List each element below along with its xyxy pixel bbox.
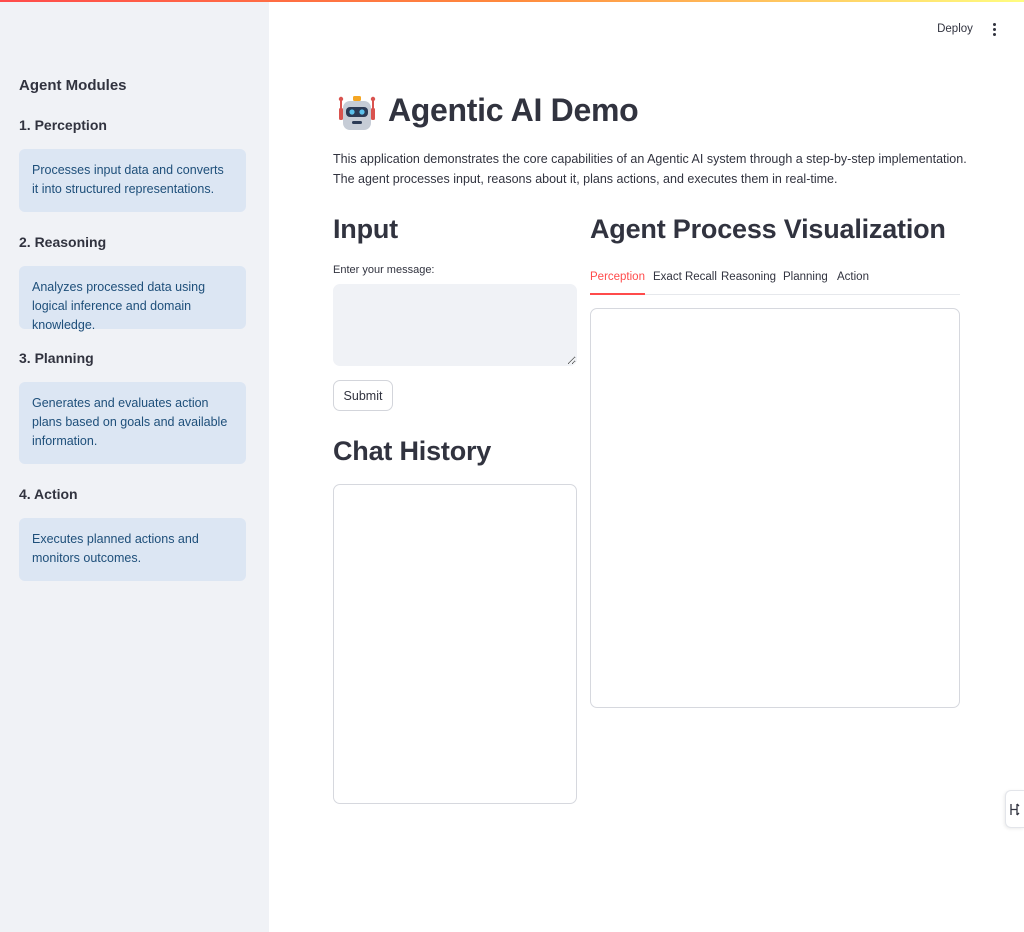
- input-heading: Input: [333, 214, 398, 244]
- sidebar: Agent Modules 1. Perception Processes in…: [0, 0, 269, 932]
- visualization-tabs: Perception Exact Recall Reasoning Planni…: [590, 268, 960, 295]
- module-heading-action: 4. Action: [19, 486, 78, 502]
- tab-reasoning[interactable]: Reasoning: [721, 268, 776, 295]
- intro-text: This application demonstrates the core c…: [333, 152, 967, 186]
- module-heading-reasoning: 2. Reasoning: [19, 234, 107, 250]
- module-card-action: Executes planned actions and monitors ou…: [19, 518, 246, 581]
- tab-perception[interactable]: Perception: [590, 268, 645, 295]
- module-card-perception: Processes input data and converts it int…: [19, 149, 246, 212]
- message-input[interactable]: [333, 284, 577, 366]
- sidebar-title: Agent Modules: [19, 77, 127, 94]
- module-heading-planning: 3. Planning: [19, 350, 94, 366]
- message-field-label: Enter your message:: [333, 264, 435, 276]
- kebab-menu-icon: [992, 22, 996, 26]
- module-heading-perception: 1. Perception: [19, 117, 107, 133]
- chat-history-heading: Chat History: [333, 436, 492, 466]
- visualization-heading: Agent Process Visualization: [590, 214, 946, 244]
- tab-action[interactable]: Action: [837, 268, 869, 295]
- chat-history-panel[interactable]: [333, 484, 577, 804]
- tab-exact-recall[interactable]: Exact Recall: [653, 268, 717, 295]
- visualization-panel: [590, 308, 960, 708]
- submit-button[interactable]: Submit: [333, 380, 393, 411]
- robot-icon: [338, 96, 376, 130]
- top-decoration-bar: [0, 0, 1024, 2]
- page-title: Agentic AI Demo: [388, 92, 639, 128]
- deploy-button[interactable]: Deploy: [929, 20, 981, 38]
- main-menu-button[interactable]: [985, 19, 1003, 39]
- expand-icon: [1010, 803, 1020, 816]
- tab-planning[interactable]: Planning: [783, 268, 828, 295]
- module-card-reasoning: Analyzes processed data using logical in…: [19, 266, 246, 332]
- side-panel-toggle[interactable]: [1005, 790, 1024, 828]
- module-card-planning: Generates and evaluates action plans bas…: [19, 382, 246, 464]
